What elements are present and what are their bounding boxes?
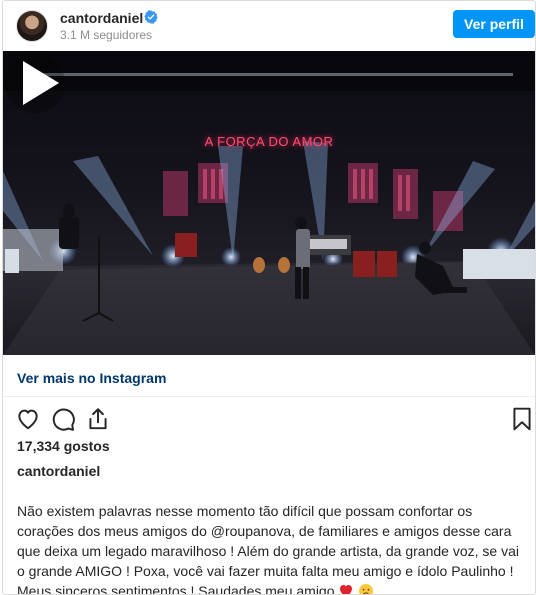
stage-sign-text: A FORÇA DO AMOR [204, 134, 334, 149]
view-more-on-instagram-link[interactable]: Ver mais no Instagram [17, 370, 166, 386]
likes-count[interactable]: 17,334 gostos [17, 438, 110, 454]
heart-icon[interactable] [15, 406, 41, 432]
avatar[interactable] [16, 10, 48, 42]
red-heart-emoji [340, 585, 353, 594]
username[interactable]: cantordaniel [60, 10, 143, 26]
concert-stage-scene [3, 51, 535, 355]
comment-icon[interactable] [50, 406, 76, 432]
caption-text: Não existem palavras nesse momento tão d… [17, 503, 519, 595]
play-icon[interactable] [3, 51, 67, 115]
divider [3, 396, 535, 397]
post-header: cantordaniel 3.1 M seguidores Ver perfil [3, 1, 535, 51]
video-player[interactable]: A FORÇA DO AMOR [3, 51, 535, 355]
view-profile-button[interactable]: Ver perfil [453, 10, 535, 38]
sad-face-emoji [359, 584, 374, 594]
share-icon[interactable] [85, 406, 111, 432]
caption-username[interactable]: cantordaniel [17, 463, 100, 479]
followers-count: 3.1 M seguidores [60, 28, 153, 42]
post-caption: Não existem palavras nesse momento tão d… [17, 501, 529, 595]
bookmark-icon[interactable] [509, 406, 535, 432]
verified-badge-icon [144, 10, 158, 24]
instagram-embed-card: cantordaniel 3.1 M seguidores Ver perfil [2, 0, 536, 595]
